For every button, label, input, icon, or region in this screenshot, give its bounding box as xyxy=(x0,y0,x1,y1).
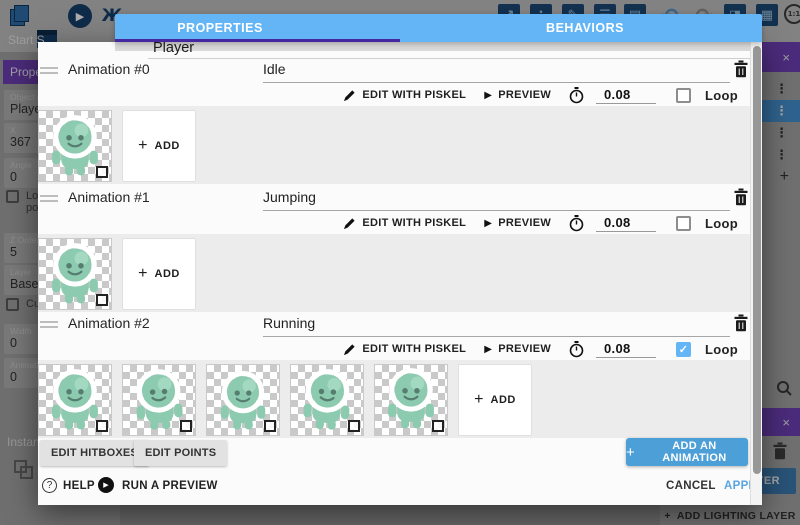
edit-with-piskel-button[interactable]: EDIT WITH PISKEL xyxy=(343,343,466,356)
loop-toggle[interactable]: ✓ Loop xyxy=(676,342,738,357)
sprite-frame[interactable] xyxy=(290,364,364,436)
sprite-frame[interactable] xyxy=(38,364,112,436)
loop-checkbox[interactable] xyxy=(676,216,691,231)
frame-checkbox[interactable] xyxy=(432,420,444,432)
add-frame-button[interactable]: + ADD xyxy=(122,110,196,182)
sprite-frame[interactable] xyxy=(122,364,196,436)
preview-button[interactable]: ▶ PREVIEW xyxy=(484,217,551,229)
loop-checkbox[interactable] xyxy=(676,88,691,103)
trash-icon xyxy=(733,188,749,206)
dialog-scrollbar[interactable] xyxy=(750,42,762,505)
animation-toolbar: EDIT WITH PISKEL ▶ PREVIEW 0.08 Loop xyxy=(343,84,738,106)
animation-title: Animation #2 xyxy=(68,315,150,331)
delete-animation-button[interactable] xyxy=(732,188,750,208)
time-between-frames: 0.08 xyxy=(569,215,656,232)
drag-handle-icon[interactable] xyxy=(40,195,58,205)
edit-with-piskel-button[interactable]: EDIT WITH PISKEL xyxy=(343,89,466,102)
animation-section-0: Animation #0 Idle EDIT WITH PISKEL ▶ PRE… xyxy=(38,58,762,186)
animation-section-1: Animation #1 Jumping EDIT WITH PISKEL ▶ … xyxy=(38,186,762,314)
preview-button[interactable]: ▶ PREVIEW xyxy=(484,343,551,355)
stopwatch-icon xyxy=(569,215,584,232)
frame-checkbox[interactable] xyxy=(96,420,108,432)
run-a-preview-button[interactable]: RUN A PREVIEW xyxy=(122,480,218,492)
add-frame-button[interactable]: + ADD xyxy=(122,238,196,310)
play-icon: ▶ xyxy=(484,344,492,355)
frame-checkbox[interactable] xyxy=(348,420,360,432)
pencil-icon xyxy=(343,217,356,230)
run-preview-icon[interactable]: ▶ xyxy=(98,477,114,493)
scrollbar-thumb[interactable] xyxy=(753,46,761,474)
sprite-frame[interactable] xyxy=(38,238,112,310)
help-button[interactable]: HELP xyxy=(63,480,95,492)
tab-behaviors[interactable]: BEHAVIORS xyxy=(546,14,624,42)
frames-row: + ADD xyxy=(38,106,762,184)
loop-checkbox-checked[interactable]: ✓ xyxy=(676,342,691,357)
animation-toolbar: EDIT WITH PISKEL ▶ PREVIEW 0.08 Loop xyxy=(343,212,738,234)
drag-handle-icon[interactable] xyxy=(40,321,58,331)
frame-checkbox[interactable] xyxy=(96,166,108,178)
sprite-frame[interactable] xyxy=(374,364,448,436)
sprite-frame[interactable] xyxy=(38,110,112,182)
gdevelop-app: ▶ Ж ↗ ∴ ✎ ☰ ▤ ↶ ↷ ◨ ▦ 1:1 Start S Proper… xyxy=(0,0,800,525)
frame-checkbox[interactable] xyxy=(264,420,276,432)
tab-properties[interactable]: PROPERTIES xyxy=(177,14,263,42)
drag-handle-icon[interactable] xyxy=(40,67,58,77)
stopwatch-icon xyxy=(569,341,584,358)
trash-icon xyxy=(733,60,749,78)
add-frame-button[interactable]: + ADD xyxy=(458,364,532,436)
animation-title: Animation #1 xyxy=(68,189,150,205)
add-animation-button[interactable]: + ADD AN ANIMATION xyxy=(626,438,748,466)
edit-with-piskel-button[interactable]: EDIT WITH PISKEL xyxy=(343,217,466,230)
time-input[interactable]: 0.08 xyxy=(596,341,656,358)
animation-toolbar: EDIT WITH PISKEL ▶ PREVIEW 0.08 ✓ Loop xyxy=(343,338,738,360)
loop-toggle[interactable]: Loop xyxy=(676,216,738,231)
edit-hitboxes-button[interactable]: EDIT HITBOXES xyxy=(40,440,149,466)
cancel-button[interactable]: CANCEL xyxy=(666,480,716,492)
help-icon[interactable]: ? xyxy=(42,478,57,493)
plus-icon: + xyxy=(138,137,147,155)
plus-icon: + xyxy=(474,391,483,409)
animation-name-field[interactable]: Idle xyxy=(263,58,730,83)
play-icon: ▶ xyxy=(484,90,492,101)
play-icon: ▶ xyxy=(484,218,492,229)
pencil-icon xyxy=(343,89,356,102)
delete-animation-button[interactable] xyxy=(732,314,750,334)
time-input[interactable]: 0.08 xyxy=(596,215,656,232)
edit-points-button[interactable]: EDIT POINTS xyxy=(134,440,227,466)
sprite-frame[interactable] xyxy=(206,364,280,436)
time-between-frames: 0.08 xyxy=(569,87,656,104)
pencil-icon xyxy=(343,343,356,356)
frames-row: + ADD xyxy=(38,360,762,438)
plus-icon: + xyxy=(626,444,635,461)
loop-toggle[interactable]: Loop xyxy=(676,88,738,103)
animation-section-2: Animation #2 Running EDIT WITH PISKEL ▶ … xyxy=(38,312,762,440)
frame-checkbox[interactable] xyxy=(180,420,192,432)
time-input[interactable]: 0.08 xyxy=(596,87,656,104)
object-name-field[interactable]: Player xyxy=(153,42,194,58)
animation-name-field[interactable]: Jumping xyxy=(263,186,730,211)
plus-icon: + xyxy=(138,265,147,283)
time-between-frames: 0.08 xyxy=(569,341,656,358)
active-tab-indicator xyxy=(115,39,400,42)
delete-animation-button[interactable] xyxy=(732,60,750,80)
animation-name-field[interactable]: Running xyxy=(263,312,730,337)
dialog-tab-bar: PROPERTIES BEHAVIORS xyxy=(115,14,762,42)
stopwatch-icon xyxy=(569,87,584,104)
preview-button[interactable]: ▶ PREVIEW xyxy=(484,89,551,101)
object-name-field-bg xyxy=(115,42,750,51)
frame-checkbox[interactable] xyxy=(96,294,108,306)
object-editor-dialog: Player Animation #0 Idle EDIT WITH PISKE… xyxy=(38,42,762,505)
animation-title: Animation #0 xyxy=(68,61,150,77)
frames-row: + ADD xyxy=(38,234,762,312)
trash-icon xyxy=(733,314,749,332)
